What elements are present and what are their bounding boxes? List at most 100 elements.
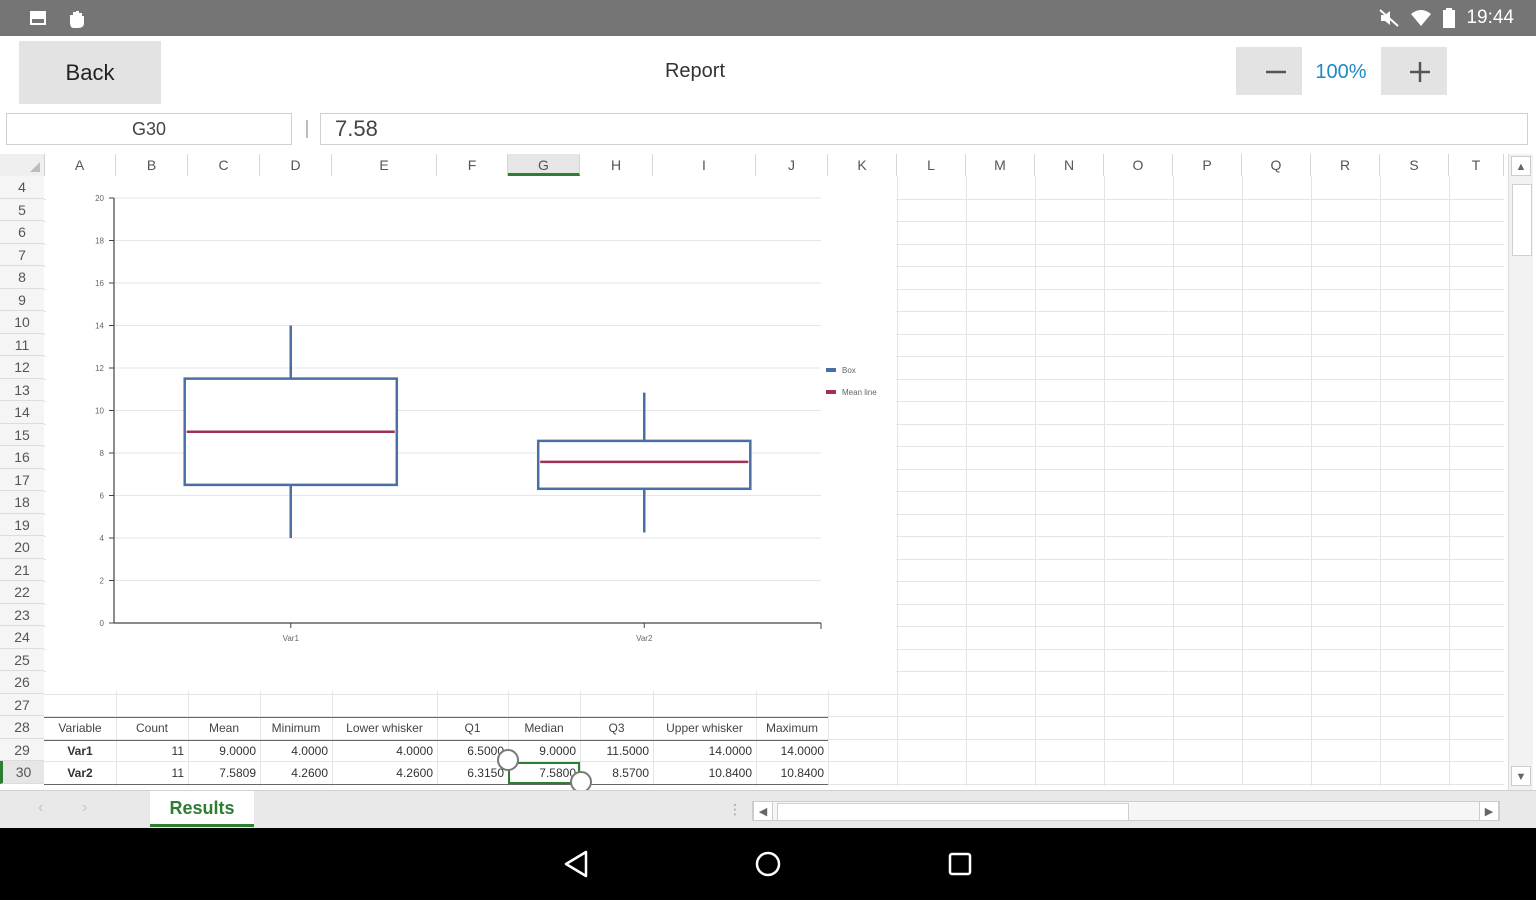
horizontal-scroll-thumb[interactable] <box>777 803 1129 821</box>
column-header-q[interactable]: Q <box>1242 154 1311 176</box>
scroll-up-button[interactable]: ▲ <box>1511 156 1531 176</box>
row-header-10[interactable]: 10 <box>0 311 44 334</box>
table-cell[interactable]: 7.5809 <box>188 762 260 784</box>
table-header-cell[interactable]: Q3 <box>580 717 653 739</box>
box-plot-chart[interactable]: 0 2 4 6 8 10 12 14 16 18 20 Var1 Var2 Box Mean line <box>46 176 896 691</box>
row-header-16[interactable]: 16 <box>0 446 44 469</box>
zoom-in-button[interactable] <box>1381 47 1447 95</box>
row-header-12[interactable]: 12 <box>0 356 44 379</box>
column-header-h[interactable]: H <box>580 154 653 176</box>
horizontal-scrollbar[interactable]: ◀ ▶ <box>752 801 1500 821</box>
image-icon <box>30 11 46 25</box>
sheet-menu-handle[interactable]: ⋮ <box>728 801 742 818</box>
table-cell[interactable]: 10.8400 <box>653 762 756 784</box>
sheet-tab-results[interactable]: Results <box>150 791 254 827</box>
column-header-t[interactable]: T <box>1449 154 1504 176</box>
back-button[interactable]: Back <box>19 41 161 104</box>
column-header-n[interactable]: N <box>1035 154 1104 176</box>
row-header-5[interactable]: 5 <box>0 198 44 221</box>
table-cell[interactable]: 11.5000 <box>580 740 653 762</box>
row-header-17[interactable]: 17 <box>0 468 44 491</box>
home-nav-icon[interactable] <box>748 846 788 882</box>
column-header-d[interactable]: D <box>260 154 332 176</box>
column-header-j[interactable]: J <box>756 154 828 176</box>
table-cell[interactable]: 10.8400 <box>756 762 828 784</box>
row-header-30[interactable]: 30 <box>0 761 44 784</box>
select-all-corner[interactable] <box>0 154 45 176</box>
column-header-l[interactable]: L <box>897 154 966 176</box>
recents-nav-icon[interactable] <box>940 846 980 882</box>
table-cell[interactable]: 14.0000 <box>756 740 828 762</box>
row-header-13[interactable]: 13 <box>0 378 44 401</box>
table-header-cell[interactable]: Q1 <box>437 717 508 739</box>
mute-icon <box>1379 9 1400 27</box>
table-cell[interactable]: 4.0000 <box>332 740 437 762</box>
scroll-right-button[interactable]: ▶ <box>1479 801 1499 821</box>
table-cell[interactable]: Var2 <box>44 762 116 784</box>
table-header-cell[interactable]: Median <box>508 717 580 739</box>
row-header-24[interactable]: 24 <box>0 626 44 649</box>
row-header-26[interactable]: 26 <box>0 671 44 694</box>
row-header-14[interactable]: 14 <box>0 401 44 424</box>
formula-input[interactable]: 7.58 <box>320 113 1528 145</box>
row-header-11[interactable]: 11 <box>0 333 44 356</box>
column-header-a[interactable]: A <box>44 154 116 176</box>
table-cell[interactable]: 9.0000 <box>188 740 260 762</box>
column-header-b[interactable]: B <box>116 154 188 176</box>
selection-handle-start[interactable] <box>497 749 519 771</box>
row-header-28[interactable]: 28 <box>0 716 44 739</box>
column-header-e[interactable]: E <box>332 154 437 176</box>
row-header-15[interactable]: 15 <box>0 423 44 446</box>
page-title: Report <box>664 60 726 82</box>
table-cell[interactable]: 6.3150 <box>437 762 508 784</box>
row-header-4[interactable]: 4 <box>0 176 44 199</box>
cell-reference-box[interactable]: G30 <box>6 113 292 145</box>
row-header-22[interactable]: 22 <box>0 581 44 604</box>
column-header-p[interactable]: P <box>1173 154 1242 176</box>
table-header-cell[interactable]: Maximum <box>756 717 828 739</box>
table-cell[interactable]: 4.0000 <box>260 740 332 762</box>
row-header-6[interactable]: 6 <box>0 221 44 244</box>
table-header-cell[interactable]: Lower whisker <box>332 717 437 739</box>
table-cell[interactable]: 11 <box>116 740 188 762</box>
table-header-cell[interactable]: Minimum <box>260 717 332 739</box>
row-header-7[interactable]: 7 <box>0 243 44 266</box>
column-header-f[interactable]: F <box>437 154 508 176</box>
row-header-29[interactable]: 29 <box>0 738 44 761</box>
table-header-cell[interactable]: Upper whisker <box>653 717 756 739</box>
table-cell[interactable]: 14.0000 <box>653 740 756 762</box>
zoom-out-button[interactable] <box>1236 47 1302 95</box>
scroll-left-button[interactable]: ◀ <box>753 801 773 821</box>
column-header-i[interactable]: I <box>653 154 756 176</box>
row-header-27[interactable]: 27 <box>0 693 44 716</box>
column-header-g[interactable]: G <box>508 154 580 176</box>
row-header-8[interactable]: 8 <box>0 266 44 289</box>
back-nav-icon[interactable] <box>556 846 596 882</box>
next-sheet-button[interactable]: › <box>82 799 87 817</box>
row-header-23[interactable]: 23 <box>0 603 44 626</box>
legend-label: Box <box>842 366 856 375</box>
column-header-m[interactable]: M <box>966 154 1035 176</box>
table-header-cell[interactable]: Variable <box>44 717 116 739</box>
table-cell[interactable]: Var1 <box>44 740 116 762</box>
column-header-c[interactable]: C <box>188 154 260 176</box>
vertical-scrollbar[interactable]: ▲ ▼ <box>1508 154 1533 790</box>
table-cell[interactable]: 4.2600 <box>260 762 332 784</box>
row-header-20[interactable]: 20 <box>0 536 44 559</box>
vertical-scroll-thumb[interactable] <box>1512 184 1532 256</box>
row-header-9[interactable]: 9 <box>0 288 44 311</box>
column-header-o[interactable]: O <box>1104 154 1173 176</box>
table-header-cell[interactable]: Count <box>116 717 188 739</box>
row-header-21[interactable]: 21 <box>0 558 44 581</box>
prev-sheet-button[interactable]: ‹ <box>38 799 43 817</box>
row-header-25[interactable]: 25 <box>0 648 44 671</box>
row-header-18[interactable]: 18 <box>0 491 44 514</box>
table-cell[interactable]: 11 <box>116 762 188 784</box>
row-header-19[interactable]: 19 <box>0 513 44 536</box>
column-header-k[interactable]: K <box>828 154 897 176</box>
table-header-cell[interactable]: Mean <box>188 717 260 739</box>
table-cell[interactable]: 4.2600 <box>332 762 437 784</box>
column-header-s[interactable]: S <box>1380 154 1449 176</box>
column-header-r[interactable]: R <box>1311 154 1380 176</box>
scroll-down-button[interactable]: ▼ <box>1511 766 1531 786</box>
